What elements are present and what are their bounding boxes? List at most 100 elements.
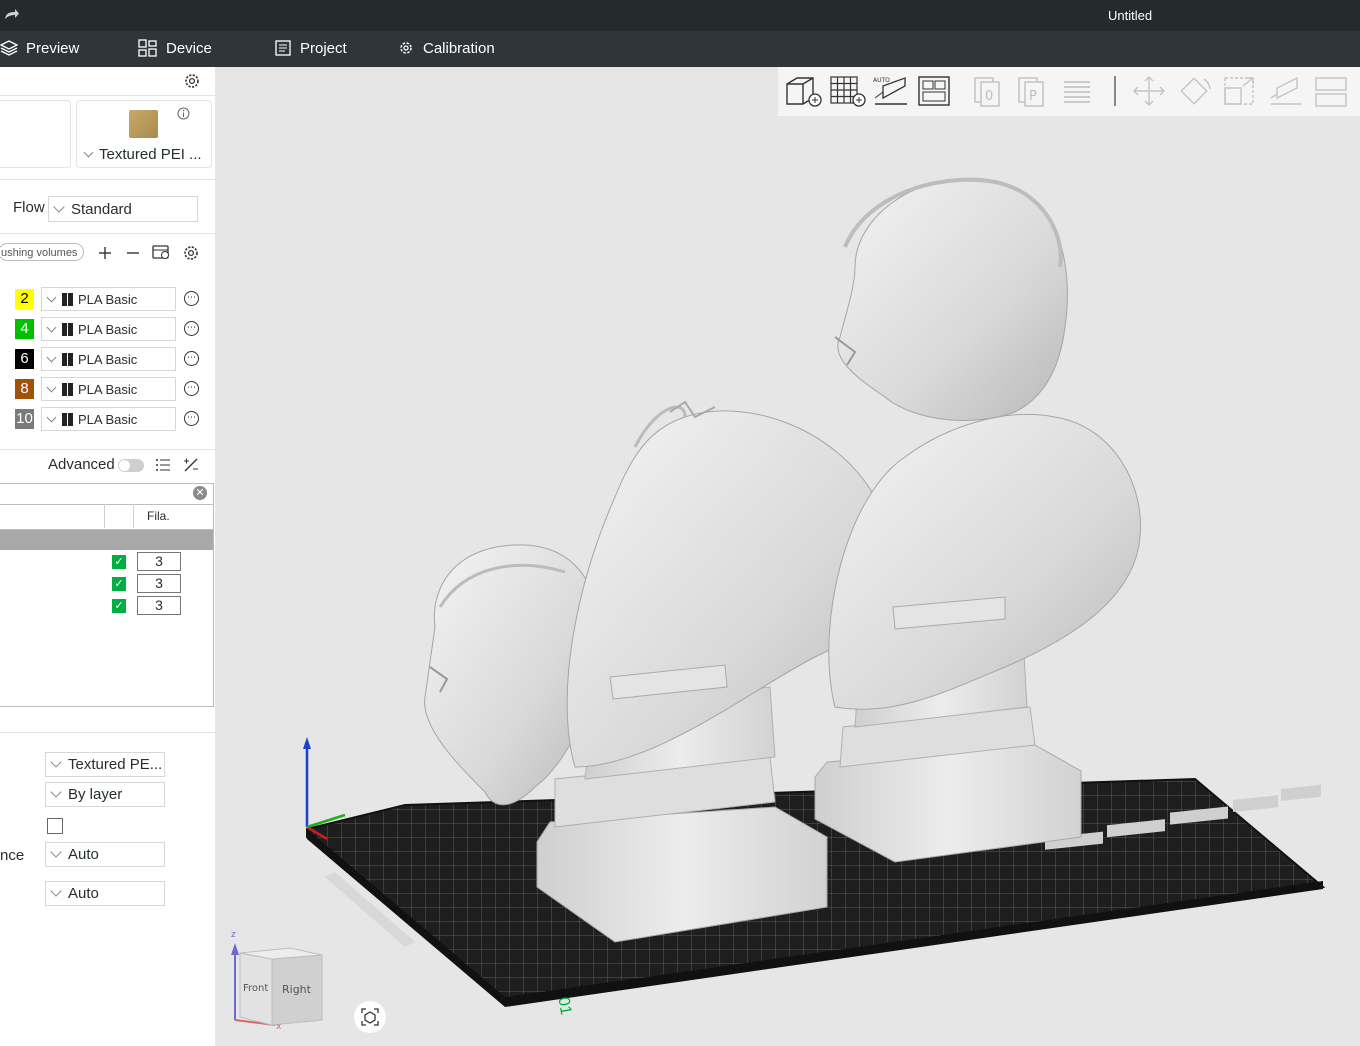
redo-arrow-icon[interactable]: [2, 5, 20, 23]
filament-preset-dropdown[interactable]: PLA Basic: [41, 347, 176, 371]
plate-settings-icon[interactable]: P: [1015, 74, 1049, 108]
filament-more-icon[interactable]: ⋯: [184, 381, 199, 396]
row-filament-value[interactable]: 3: [137, 552, 181, 571]
menu-preview-label: Preview: [26, 39, 80, 57]
plate-type-card[interactable]: Textured PEI ...: [76, 100, 212, 168]
clear-search-icon[interactable]: ✕: [193, 486, 207, 500]
option-dropdown-2[interactable]: Auto: [45, 881, 165, 906]
plate-option-checkbox[interactable]: [47, 818, 63, 834]
row-checkbox-checked[interactable]: ✓: [112, 577, 126, 591]
plate-type-dropdown[interactable]: Textured PEI ...: [83, 146, 202, 163]
menu-calibration[interactable]: Calibration: [397, 39, 495, 57]
fit-view-button[interactable]: [354, 1001, 386, 1033]
row-filament-value[interactable]: 3: [137, 596, 181, 615]
add-filament-icon[interactable]: [98, 246, 112, 260]
bed-type-dropdown[interactable]: Textured PE...: [45, 752, 165, 777]
title-bar: Untitled: [0, 0, 1360, 31]
option-dropdown-1[interactable]: Auto: [45, 842, 165, 867]
printer-settings-gear-icon[interactable]: [184, 73, 200, 89]
row-checkbox-checked[interactable]: ✓: [112, 599, 126, 613]
filament-brand-icon: [62, 412, 73, 426]
partial-setting-label: nce: [0, 847, 25, 864]
filament-number-badge[interactable]: 2: [15, 289, 34, 309]
remove-filament-icon[interactable]: [126, 246, 140, 260]
advanced-label: Advanced: [48, 456, 115, 473]
filament-brand-icon: [62, 292, 73, 306]
filament-preset-dropdown[interactable]: PLA Basic: [41, 407, 176, 431]
toolbar-divider: [1114, 76, 1116, 106]
menu-device-label: Device: [166, 39, 212, 57]
filament-row: 2 PLA Basic ⋯: [0, 287, 215, 313]
navigation-cube[interactable]: Front Right z x: [230, 925, 325, 1032]
lay-on-face-icon[interactable]: [1267, 74, 1305, 108]
compare-percent-icon[interactable]: [183, 458, 199, 472]
filament-number-badge[interactable]: 4: [15, 319, 34, 339]
add-object-icon[interactable]: [783, 74, 823, 108]
scale-icon[interactable]: [1221, 74, 1259, 108]
plate-number-label: 01: [554, 996, 574, 1017]
table-header: Fila.: [0, 504, 213, 530]
table-row[interactable]: ✓ 3: [0, 552, 213, 572]
3d-viewport[interactable]: 01 AUTO 0 P Front Right z x: [215, 67, 1360, 1046]
print-sequence-value: By layer: [68, 786, 123, 803]
filament-number-badge[interactable]: 10: [15, 409, 34, 429]
col-header-filament: Fila.: [147, 509, 170, 523]
settings-sidebar: Textured PEI ... Flow Standard ushing vo…: [0, 67, 215, 1046]
calibration-gear-icon: [400, 42, 412, 54]
layers-list-icon[interactable]: [1060, 74, 1094, 108]
add-plate-icon[interactable]: [827, 74, 867, 108]
filament-name: PLA Basic: [78, 351, 138, 367]
menu-project-label: Project: [300, 39, 347, 57]
rotate-icon[interactable]: [1176, 74, 1214, 108]
menu-preview[interactable]: Preview: [0, 39, 79, 57]
flow-dropdown[interactable]: Standard: [48, 196, 198, 222]
filament-preset-dropdown[interactable]: PLA Basic: [41, 317, 176, 341]
filament-settings-gear-icon[interactable]: [183, 245, 199, 261]
window-title: Untitled: [1108, 8, 1153, 23]
filament-more-icon[interactable]: ⋯: [184, 411, 199, 426]
cut-icon[interactable]: [1312, 74, 1350, 108]
table-row[interactable]: ✓ 3: [0, 574, 213, 594]
move-icon[interactable]: [1130, 74, 1168, 108]
auto-orient-icon[interactable]: AUTO: [871, 74, 911, 108]
row-filament-value[interactable]: 3: [137, 574, 181, 593]
arrange-icon[interactable]: [915, 74, 955, 108]
filament-number-badge[interactable]: 8: [15, 379, 34, 399]
filament-number-badge[interactable]: 6: [15, 349, 34, 369]
filament-preset-dropdown[interactable]: PLA Basic: [41, 287, 176, 311]
advanced-toggle[interactable]: [118, 459, 144, 472]
filament-more-icon[interactable]: ⋯: [184, 321, 199, 336]
layers-icon: [0, 40, 18, 56]
filament-preset-dropdown[interactable]: PLA Basic: [41, 377, 176, 401]
filament-row: 10 PLA Basic ⋯: [0, 407, 215, 433]
filament-brand-icon: [62, 352, 73, 366]
scene-canvas[interactable]: 01: [215, 67, 1360, 1046]
print-sequence-dropdown[interactable]: By layer: [45, 782, 165, 807]
svg-text:P: P: [1029, 89, 1037, 104]
svg-text:AUTO: AUTO: [873, 77, 890, 84]
option-value-1: Auto: [68, 846, 99, 863]
table-row[interactable]: ✓ 3: [0, 596, 213, 616]
object-search-input[interactable]: ✕: [0, 484, 213, 505]
filament-more-icon[interactable]: ⋯: [184, 291, 199, 306]
orient-layers-icon[interactable]: 0: [971, 74, 1005, 108]
filament-name: PLA Basic: [78, 291, 138, 307]
table-row-selected[interactable]: [0, 530, 213, 550]
project-icon: [275, 40, 291, 56]
flushing-volumes-button[interactable]: ushing volumes: [0, 243, 84, 261]
list-view-icon[interactable]: [155, 458, 171, 472]
main-menu-bar: Preview Device Project Calibration: [0, 31, 1360, 67]
ams-sync-icon[interactable]: [152, 244, 171, 261]
menu-device[interactable]: Device: [138, 39, 212, 57]
device-icon: [138, 39, 157, 57]
menu-calibration-label: Calibration: [423, 39, 495, 57]
object-toolbar: AUTO 0 P: [778, 67, 1360, 116]
flow-label: Flow: [13, 199, 45, 216]
filament-more-icon[interactable]: ⋯: [184, 351, 199, 366]
filament-row: 8 PLA Basic ⋯: [0, 377, 215, 403]
printer-card[interactable]: [0, 100, 71, 168]
info-icon[interactable]: [177, 107, 190, 120]
row-checkbox-checked[interactable]: ✓: [112, 555, 126, 569]
menu-project[interactable]: Project: [274, 39, 347, 57]
option-value-2: Auto: [68, 885, 99, 902]
